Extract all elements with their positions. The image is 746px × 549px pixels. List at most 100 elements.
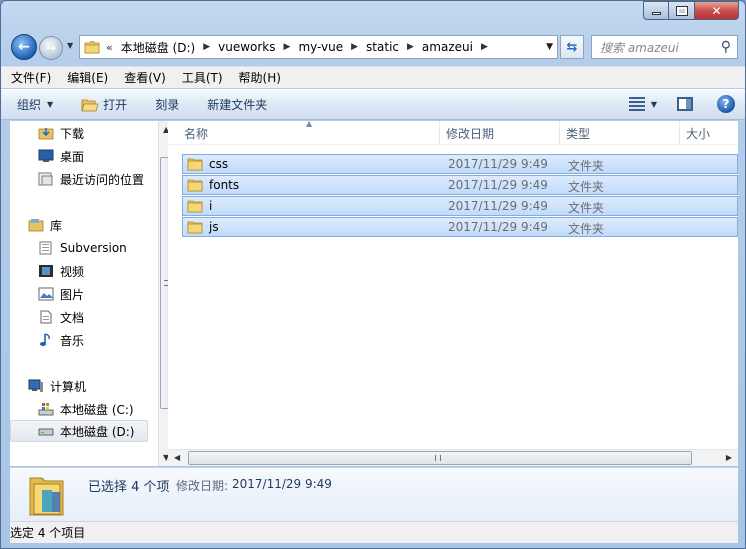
nav-item-recent-places[interactable]: 最近访问的位置	[38, 168, 144, 190]
close-button[interactable]: ✕	[695, 1, 739, 20]
burn-label: 刻录	[155, 98, 180, 112]
view-options-icon[interactable]	[628, 97, 645, 111]
address-bar[interactable]: « 本地磁盘 (D:) ▶ vueworks ▶ my-vue ▶ static ▶ a…	[79, 35, 558, 59]
breadcrumb-separator-icon[interactable]: ▶	[284, 42, 291, 52]
nav-item-desktop[interactable]: 桌面	[38, 145, 84, 167]
nav-item-pictures[interactable]: 图片	[38, 283, 84, 305]
details-pane: 已选择 4 个项 修改日期: 2017/11/29 9:49	[10, 467, 738, 521]
nav-label: 计算机	[50, 379, 87, 394]
nav-label: 本地磁盘 (D:)	[60, 424, 135, 439]
maximize-button[interactable]	[669, 1, 695, 20]
breadcrumb-separator-icon[interactable]: ▶	[407, 42, 414, 52]
forward-button[interactable]: →	[39, 36, 63, 60]
forward-arrow-icon: →	[45, 41, 57, 55]
back-arrow-icon: ←	[18, 39, 30, 55]
menu-help[interactable]: 帮助(H)	[239, 69, 281, 86]
search-icon[interactable]: ⚲	[721, 39, 731, 55]
breadcrumb-separator-icon[interactable]: ▶	[203, 42, 210, 52]
organize-label: 组织	[17, 98, 42, 112]
breadcrumb: « 本地磁盘 (D:) ▶ vueworks ▶ my-vue ▶ static ▶ a…	[106, 39, 496, 56]
menu-bar: 文件(F) 编辑(E) 查看(V) 工具(T) 帮助(H)	[1, 66, 745, 88]
search-input[interactable]: 搜索 amazeui	[600, 39, 679, 56]
nav-item-downloads[interactable]: 下载	[38, 122, 84, 144]
file-list-horizontal-scrollbar[interactable]: ◀ ▶	[168, 449, 738, 466]
status-text: 选定 4 个项目	[10, 526, 86, 540]
libraries-icon	[28, 219, 44, 232]
help-icon[interactable]: ?	[717, 95, 735, 113]
maximize-icon	[675, 5, 688, 16]
preview-pane-icon[interactable]	[677, 97, 693, 111]
breadcrumb-item[interactable]: 本地磁盘 (D:)	[121, 39, 195, 56]
address-dropdown-icon[interactable]: ▼	[546, 42, 553, 52]
picture-library-icon	[38, 287, 54, 301]
nav-label: 桌面	[60, 149, 85, 164]
view-dropdown-icon[interactable]: ▼	[651, 100, 657, 109]
file-modified: 2017/11/29 9:49	[448, 199, 548, 213]
breadcrumb-overflow[interactable]: «	[106, 41, 113, 54]
explorer-window: ✕ ← → ▼ « 本地磁盘 (D:) ▶ vueworks ▶ my-vue ▶ s…	[0, 0, 746, 549]
search-box[interactable]: 搜索 amazeui ⚲	[591, 35, 738, 59]
details-modified-value: 2017/11/29 9:49	[232, 477, 332, 491]
nav-item-subversion[interactable]: Subversion	[38, 237, 127, 259]
open-label: 打开	[103, 98, 128, 112]
selection-count: 已选择 4 个项	[88, 480, 170, 495]
file-list-scroll-thumb[interactable]	[188, 451, 692, 465]
breadcrumb-item[interactable]: vueworks	[218, 40, 275, 54]
minimize-button[interactable]	[643, 1, 669, 20]
folder-icon	[187, 179, 203, 192]
nav-item-libraries[interactable]: 库	[28, 214, 62, 236]
video-library-icon	[39, 265, 53, 277]
multiple-folders-icon	[29, 477, 64, 516]
file-modified: 2017/11/29 9:49	[448, 157, 548, 171]
minimize-icon	[651, 12, 661, 15]
menu-file[interactable]: 文件(F)	[11, 69, 51, 86]
open-button[interactable]: 打开	[81, 96, 127, 113]
scroll-right-icon[interactable]: ▶	[726, 453, 732, 462]
recent-pages-dropdown[interactable]: ▼	[67, 41, 73, 50]
column-modified[interactable]: 修改日期	[440, 121, 560, 145]
refresh-button[interactable]: ⇆	[560, 35, 584, 59]
nav-item-computer[interactable]: 计算机	[28, 375, 86, 397]
scroll-left-icon[interactable]: ◀	[174, 453, 180, 462]
column-name[interactable]: 名称	[178, 121, 440, 145]
nav-label: Subversion	[60, 241, 127, 255]
nav-item-drive-d[interactable]: 本地磁盘 (D:)	[10, 420, 148, 442]
nav-item-music[interactable]: 音乐	[38, 329, 84, 351]
menu-tools[interactable]: 工具(T)	[182, 69, 223, 86]
file-row[interactable]: fonts 2017/11/29 9:49 文件夹	[182, 175, 738, 195]
nav-item-videos[interactable]: 视频	[38, 260, 84, 282]
refresh-icon: ⇆	[566, 39, 578, 55]
breadcrumb-separator-icon[interactable]: ▶	[481, 42, 488, 52]
folder-icon	[187, 221, 203, 234]
file-row[interactable]: i 2017/11/29 9:49 文件夹	[182, 196, 738, 216]
new-folder-button[interactable]: 新建文件夹	[207, 96, 267, 113]
menu-edit[interactable]: 编辑(E)	[67, 69, 108, 86]
file-type: 文件夹	[568, 159, 605, 173]
column-size[interactable]: 大小	[680, 121, 740, 145]
system-drive-icon	[38, 403, 54, 416]
breadcrumb-separator-icon[interactable]: ▶	[351, 42, 358, 52]
file-name: fonts	[209, 178, 240, 192]
nav-item-drive-c[interactable]: 本地磁盘 (C:)	[38, 398, 134, 420]
music-library-icon	[40, 333, 50, 346]
burn-button[interactable]: 刻录	[155, 96, 179, 113]
view-controls: ▼ ?	[628, 95, 735, 113]
nav-item-documents[interactable]: 文档	[38, 306, 84, 328]
menu-view[interactable]: 查看(V)	[124, 69, 166, 86]
back-button[interactable]: ←	[11, 34, 37, 60]
breadcrumb-item[interactable]: my-vue	[298, 40, 343, 54]
nav-label: 视频	[60, 264, 85, 279]
file-row[interactable]: css 2017/11/29 9:49 文件夹	[182, 154, 738, 174]
file-modified: 2017/11/29 9:49	[448, 220, 548, 234]
breadcrumb-item[interactable]: amazeui	[422, 40, 473, 54]
organize-button[interactable]: 组织 ▼	[17, 96, 53, 113]
status-bar: 选定 4 个项目	[10, 521, 738, 543]
file-row[interactable]: js 2017/11/29 9:49 文件夹	[182, 217, 738, 237]
nav-label: 库	[50, 218, 63, 233]
file-modified: 2017/11/29 9:49	[448, 178, 548, 192]
folder-icon	[187, 158, 203, 171]
file-type: 文件夹	[568, 222, 605, 236]
breadcrumb-item[interactable]: static	[366, 40, 399, 54]
download-folder-icon	[38, 128, 54, 140]
column-type[interactable]: 类型	[560, 121, 680, 145]
